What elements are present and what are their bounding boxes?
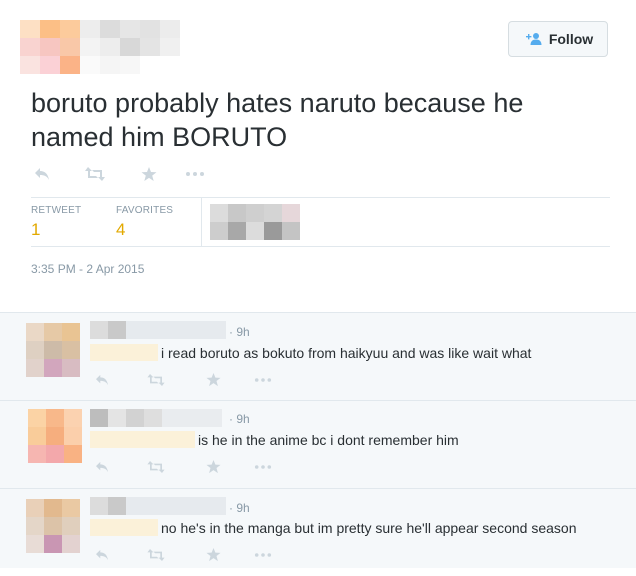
reply-item: · 9h no he's in the manga but im pretty … — [0, 489, 636, 576]
retweet-icon[interactable] — [146, 548, 166, 561]
more-icon[interactable] — [253, 464, 273, 470]
follow-button[interactable]: Follow — [508, 21, 608, 57]
reply-item: · 9h i read boruto as bokuto from haikyu… — [0, 313, 636, 400]
tweet-text: boruto probably hates naruto because he … — [31, 88, 524, 152]
more-icon[interactable] — [253, 377, 273, 383]
reply-icon[interactable] — [94, 374, 110, 386]
favorites-count: 4 — [116, 220, 126, 239]
retweet-icon[interactable] — [84, 167, 106, 181]
retweet-count: 1 — [31, 220, 41, 239]
mention-handle[interactable] — [90, 431, 195, 448]
favorites-stat[interactable]: FAVORITES 4 — [116, 205, 173, 240]
reply-icon[interactable] — [33, 167, 51, 181]
reply-text: is he in the anime bc i dont remember hi… — [198, 432, 459, 448]
retweet-stat-label: RETWEET — [31, 205, 82, 216]
reply-author-name[interactable] — [90, 409, 222, 427]
reply-item: · 9h is he in the anime bc i dont rememb… — [0, 401, 636, 488]
more-icon[interactable] — [253, 552, 273, 558]
follow-label: Follow — [548, 31, 594, 47]
reply-avatar[interactable] — [28, 409, 82, 463]
reply-text: i read boruto as bokuto from haikyuu and… — [161, 345, 532, 361]
author-name[interactable] — [80, 20, 180, 74]
reply-icon[interactable] — [94, 549, 110, 561]
reply-icon[interactable] — [94, 461, 110, 473]
stats-divider — [201, 198, 202, 246]
reply-avatar[interactable] — [26, 499, 80, 553]
tweet-stats: RETWEET 1 FAVORITES 4 — [31, 197, 610, 247]
favorite-icon[interactable] — [205, 459, 221, 474]
reply-time[interactable]: · 9h — [229, 501, 250, 515]
more-icon[interactable] — [184, 171, 206, 177]
reply-author-name[interactable] — [90, 321, 226, 339]
retweet-stat[interactable]: RETWEET 1 — [31, 205, 81, 240]
reply-time[interactable]: · 9h — [229, 325, 250, 339]
reply-text: no he's in the manga but im pretty sure … — [161, 520, 577, 536]
tweet-actions — [33, 166, 206, 182]
reply-actions — [94, 459, 273, 474]
retweet-icon[interactable] — [146, 373, 166, 386]
reply-actions — [94, 547, 273, 562]
mention-handle[interactable] — [90, 519, 158, 536]
author-avatar[interactable] — [20, 20, 80, 74]
favoriter-avatars[interactable] — [210, 204, 300, 240]
favorite-icon[interactable] — [140, 166, 158, 182]
favorite-icon[interactable] — [205, 372, 221, 387]
favorite-icon[interactable] — [205, 547, 221, 562]
replies-section: · 9h i read boruto as bokuto from haikyu… — [0, 312, 636, 568]
reply-actions — [94, 372, 273, 387]
reply-time[interactable]: · 9h — [229, 412, 250, 426]
reply-author-name[interactable] — [90, 497, 226, 515]
favorites-stat-label: FAVORITES — [116, 205, 174, 216]
tweet-timestamp[interactable]: 3:35 PM - 2 Apr 2015 — [31, 262, 144, 276]
reply-avatar[interactable] — [26, 323, 80, 377]
retweet-icon[interactable] — [146, 460, 166, 473]
mention-handle[interactable] — [90, 344, 158, 361]
add-user-icon — [525, 33, 542, 45]
